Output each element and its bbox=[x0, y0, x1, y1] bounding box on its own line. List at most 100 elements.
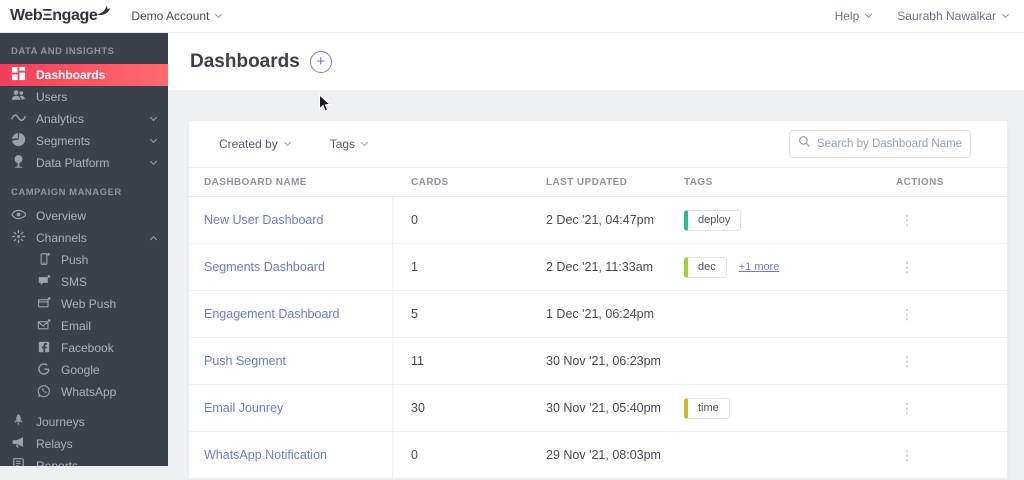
chevron-down-icon bbox=[865, 10, 873, 19]
sidebar-item-channels[interactable]: Channels bbox=[0, 227, 168, 249]
sidebar-item-google[interactable]: Google bbox=[0, 359, 168, 381]
cards-count: 0 bbox=[411, 448, 418, 462]
dashboards-card: Created by Tags DASHBOARD NAME CARDS LAS… bbox=[188, 120, 1008, 480]
sidebar-item-segments[interactable]: Segments bbox=[0, 130, 168, 152]
sidebar-item-label: Web Push bbox=[61, 297, 117, 311]
sidebar-item-users[interactable]: Users bbox=[0, 86, 168, 108]
sidebar-item-label: Relays bbox=[36, 437, 73, 451]
webengage-logo[interactable]: Web Ξngage bbox=[10, 5, 111, 25]
chevron-up-icon bbox=[149, 235, 158, 244]
col-header-actions: ACTIONS bbox=[896, 176, 944, 188]
last-updated: 30 Nov '21, 05:40pm bbox=[546, 401, 661, 415]
sidebar-item-label: Journeys bbox=[36, 415, 85, 429]
created-by-filter-label: Created by bbox=[219, 137, 278, 151]
created-by-filter[interactable]: Created by bbox=[219, 137, 291, 151]
last-updated: 2 Dec '21, 04:47pm bbox=[546, 213, 655, 227]
sidebar-item-analytics[interactable]: Analytics bbox=[0, 108, 168, 130]
dashboard-name-link[interactable]: WhatsApp Notification bbox=[204, 448, 327, 462]
top-bar: Web Ξngage Demo Account Help Saurabh Nawa… bbox=[0, 0, 1024, 33]
sidebar-item-web-push[interactable]: Web Push bbox=[0, 293, 168, 315]
dashboard-search[interactable] bbox=[789, 130, 971, 158]
push-phone-icon bbox=[37, 252, 51, 269]
dashboard-name-link[interactable]: New User Dashboard bbox=[204, 213, 324, 227]
add-dashboard-button[interactable]: + bbox=[309, 50, 332, 73]
table-row: Engagement Dashboard 5 1 Dec '21, 06:24p… bbox=[189, 291, 1007, 338]
dashboard-name-link[interactable]: Segments Dashboard bbox=[204, 260, 325, 274]
cards-count: 0 bbox=[411, 213, 418, 227]
chevron-down-icon bbox=[215, 10, 223, 19]
sidebar-item-relays[interactable]: Relays bbox=[0, 433, 168, 455]
sidebar-item-whatsapp[interactable]: WhatsApp bbox=[0, 381, 168, 403]
cards-count: 11 bbox=[411, 354, 424, 368]
sidebar-item-label: Dashboards bbox=[36, 68, 106, 82]
facebook-icon bbox=[37, 340, 51, 357]
sidebar-item-journeys[interactable]: Journeys bbox=[0, 411, 168, 433]
logo-text-ngage: ngage bbox=[52, 7, 98, 24]
row-actions-kebab-icon[interactable]: ⋮ bbox=[878, 307, 1007, 321]
sidebar-item-dashboards[interactable]: Dashboards bbox=[0, 64, 168, 86]
tags-filter[interactable]: Tags bbox=[329, 137, 369, 151]
account-selector-label: Demo Account bbox=[131, 9, 210, 23]
segments-pie-icon bbox=[11, 132, 26, 150]
row-actions-kebab-icon[interactable]: ⋮ bbox=[878, 354, 1007, 368]
dashboard-name-link[interactable]: Push Segment bbox=[204, 354, 286, 368]
help-menu[interactable]: Help bbox=[834, 9, 873, 23]
sidebar-item-label: Reports bbox=[36, 459, 79, 466]
row-actions-kebab-icon[interactable]: ⋮ bbox=[878, 260, 1007, 274]
sidebar-section-campaign-manager: CAMPAIGN MANAGER bbox=[11, 187, 122, 198]
table-row: Segments Dashboard 1 2 Dec '21, 11:33am … bbox=[189, 244, 1007, 291]
sidebar-item-label: Overview bbox=[36, 209, 87, 223]
sidebar-item-data-platform[interactable]: Data Platform bbox=[0, 152, 168, 174]
tag-pill[interactable]: deploy bbox=[684, 209, 742, 231]
megaphone-icon bbox=[11, 435, 26, 453]
tag-pill[interactable]: time bbox=[684, 397, 730, 419]
col-header-cards: CARDS bbox=[411, 176, 449, 188]
row-actions-kebab-icon[interactable]: ⋮ bbox=[878, 401, 1007, 415]
table-row: WhatsApp Notification 0 29 Nov '21, 08:0… bbox=[189, 432, 1007, 479]
dashboard-name-link[interactable]: Email Jounrey bbox=[204, 401, 283, 415]
col-header-tags: TAGS bbox=[684, 176, 713, 188]
sidebar-item-label: WhatsApp bbox=[61, 385, 117, 399]
sidebar-item-reports[interactable]: Reports bbox=[0, 455, 168, 466]
sidebar-item-label: Email bbox=[61, 319, 92, 333]
search-input[interactable] bbox=[817, 138, 971, 150]
account-selector[interactable]: Demo Account bbox=[131, 9, 223, 23]
cards-count: 30 bbox=[411, 401, 425, 415]
user-menu[interactable]: Saurabh Nawalkar bbox=[897, 9, 1010, 23]
table-row: Email Jounrey 30 30 Nov '21, 05:40pm tim… bbox=[189, 385, 1007, 432]
channels-burst-icon bbox=[11, 229, 26, 247]
chevron-down-icon bbox=[149, 157, 158, 166]
tag-pill[interactable]: dec bbox=[684, 256, 727, 278]
row-actions-kebab-icon[interactable]: ⋮ bbox=[878, 448, 1007, 462]
sidebar-section-data-insights: DATA AND INSIGHTS bbox=[11, 46, 115, 57]
main-content: Dashboards + Created by Tags DASHBOARD N… bbox=[168, 33, 1024, 480]
tag-label: time bbox=[698, 402, 719, 414]
sidebar-item-push[interactable]: Push bbox=[0, 249, 168, 271]
sidebar-item-sms[interactable]: SMS bbox=[0, 271, 168, 293]
row-actions-kebab-icon[interactable]: ⋮ bbox=[878, 213, 1007, 227]
tag-label: deploy bbox=[698, 214, 731, 226]
eye-icon bbox=[11, 207, 27, 225]
sidebar-item-label: Facebook bbox=[61, 341, 114, 355]
web-push-browser-icon bbox=[37, 296, 51, 313]
users-icon bbox=[11, 88, 26, 106]
table-row: New User Dashboard 0 2 Dec '21, 04:47pm … bbox=[189, 197, 1007, 244]
chevron-down-icon bbox=[149, 113, 158, 122]
chevron-down-icon bbox=[149, 135, 158, 144]
data-platform-icon bbox=[11, 154, 26, 172]
sidebar-item-facebook[interactable]: Facebook bbox=[0, 337, 168, 359]
sidebar-item-label: Segments bbox=[36, 134, 91, 148]
help-label: Help bbox=[834, 9, 860, 23]
tags-filter-label: Tags bbox=[329, 137, 356, 151]
rocket-icon bbox=[11, 413, 26, 431]
google-icon bbox=[37, 362, 51, 379]
sidebar-item-overview[interactable]: Overview bbox=[0, 205, 168, 227]
col-header-last-updated: LAST UPDATED bbox=[546, 176, 628, 188]
more-tags-link[interactable]: +1 more bbox=[739, 261, 780, 273]
logo-text-web: Web bbox=[10, 7, 43, 24]
whatsapp-icon bbox=[37, 384, 51, 401]
chevron-down-icon bbox=[1001, 10, 1010, 19]
col-header-dashboard-name: DASHBOARD NAME bbox=[204, 176, 307, 188]
dashboard-name-link[interactable]: Engagement Dashboard bbox=[204, 307, 340, 321]
sidebar-item-email[interactable]: Email bbox=[0, 315, 168, 337]
